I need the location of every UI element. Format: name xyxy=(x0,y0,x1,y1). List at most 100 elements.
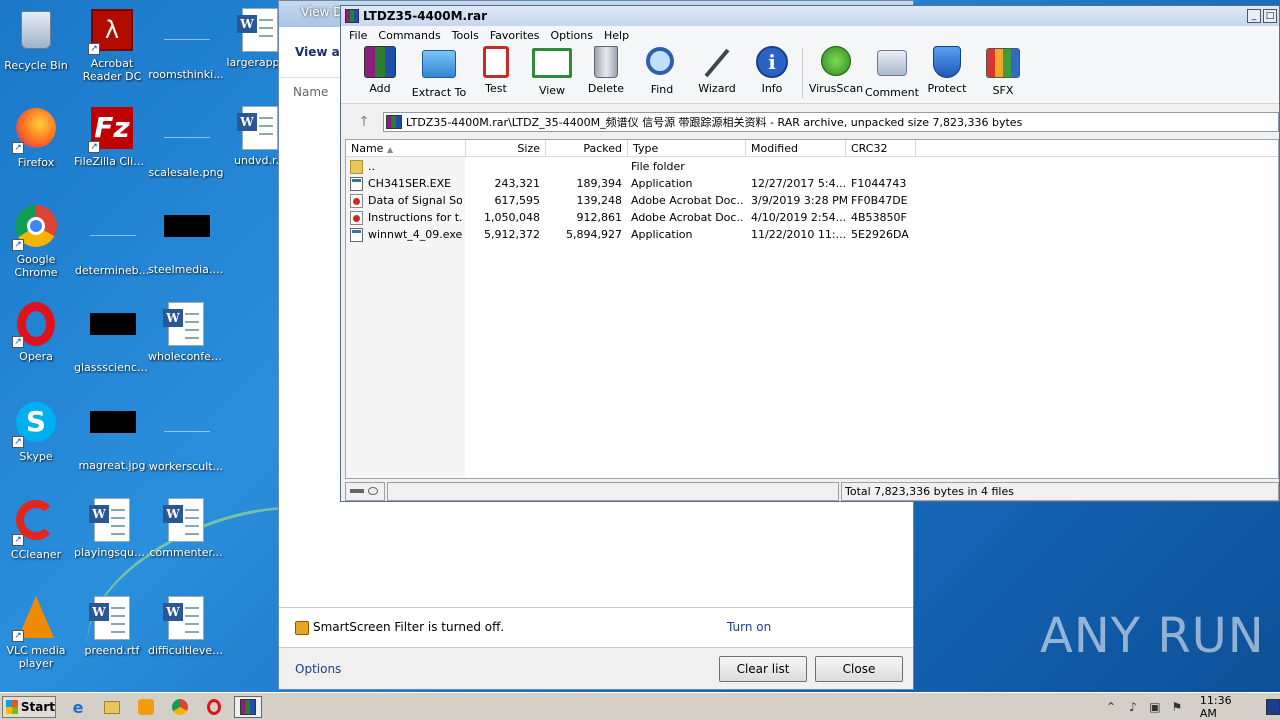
smartscreen-warning-icon xyxy=(295,621,309,635)
menu-tools[interactable]: Tools xyxy=(447,29,485,42)
desktop-icon-label: Firefox xyxy=(17,156,55,169)
toolbar-test-button[interactable]: Test xyxy=(466,46,526,95)
desktop-icon-skype[interactable]: S ↗ Skype xyxy=(0,400,74,463)
column-header-type[interactable]: Type xyxy=(628,140,746,156)
taskbar-chrome-button[interactable] xyxy=(166,696,194,718)
smartscreen-text: SmartScreen Filter is turned off. xyxy=(313,620,505,634)
file-row[interactable]: winnwt_4_09.exe 5,912,372 5,894,927 Applica… xyxy=(346,226,946,243)
toolbar-extract-to-button[interactable]: Extract To xyxy=(409,46,469,99)
taskbar-media-player-button[interactable] xyxy=(132,696,160,718)
cell-modified: 11/22/2010 11:... xyxy=(751,228,847,241)
volume-icon[interactable]: ♪ xyxy=(1126,700,1140,714)
action-center-flag-icon[interactable]: ⚑ xyxy=(1170,700,1184,714)
desktop-icon-playingsqua[interactable]: W playingsqua... xyxy=(74,498,150,559)
desktop-icon-label: CCleaner xyxy=(10,548,62,561)
toolbar-view-button[interactable]: View xyxy=(522,46,582,97)
desktop-icon-recycle-bin[interactable]: Recycle Bin xyxy=(0,8,74,72)
taskbar-opera-button[interactable] xyxy=(200,696,228,718)
desktop-icon-magreat[interactable]: magreat.jpg xyxy=(74,400,150,472)
clock[interactable]: 11:36 AM xyxy=(1200,694,1252,720)
file-row[interactable]: Instructions for t... 1,050,048 912,861 Ado… xyxy=(346,209,946,226)
sfx-icon xyxy=(986,48,1020,82)
toolbar-sfx-button[interactable]: SFX xyxy=(973,46,1033,97)
toolbar-virusscan-button[interactable]: VirusScan xyxy=(806,46,866,95)
file-row[interactable]: CH341SER.EXE 243,321 189,394 Application 12/… xyxy=(346,175,946,192)
chrome-icon xyxy=(172,699,188,715)
internet-explorer-icon: e xyxy=(72,697,84,717)
desktop-icon-preend[interactable]: W preend.rtf xyxy=(74,596,150,657)
column-header-packed[interactable]: Packed xyxy=(546,140,628,156)
media-player-icon xyxy=(138,699,154,715)
minimize-icon[interactable]: _ xyxy=(1247,9,1261,23)
toolbar-find-button[interactable]: Find xyxy=(632,46,692,96)
desktop-icon-determineb[interactable]: determineb... xyxy=(74,204,150,277)
winrar-title-bar[interactable]: LTDZ35-4400M.rar _ □ xyxy=(341,6,1279,26)
toolbar-separator xyxy=(802,48,803,98)
taskbar-ie-button[interactable]: e xyxy=(64,696,92,718)
shortcut-arrow-icon: ↗ xyxy=(88,141,100,153)
column-header-modified[interactable]: Modified xyxy=(746,140,846,156)
toolbar-protect-button[interactable]: Protect xyxy=(917,46,977,95)
file-row[interactable]: .. File folder xyxy=(346,158,946,175)
smartscreen-bar: SmartScreen Filter is turned off. Turn o… xyxy=(279,607,913,645)
filezilla-icon: Fz ↗ xyxy=(88,107,134,153)
wizard-icon xyxy=(700,46,734,80)
toolbar-label: Protect xyxy=(927,82,967,95)
start-button[interactable]: Start xyxy=(2,696,56,718)
maximize-icon[interactable]: □ xyxy=(1263,9,1277,23)
desktop-icon-roomsthinki[interactable]: roomsthinki... xyxy=(148,8,224,81)
desktop-icon-label: steelmedia.jpg xyxy=(148,263,224,276)
desktop-icon-ccleaner[interactable]: ↗ CCleaner xyxy=(0,498,74,561)
view-icon xyxy=(532,48,572,82)
menu-favorites[interactable]: Favorites xyxy=(485,29,546,42)
show-desktop-button[interactable] xyxy=(1266,699,1280,715)
toolbar-comment-button[interactable]: Comment xyxy=(862,46,922,99)
taskbar-winrar-button[interactable] xyxy=(234,696,262,718)
toolbar-label: SFX xyxy=(992,84,1014,97)
desktop-icon-chrome[interactable]: ↗ Google Chrome xyxy=(0,204,74,279)
find-icon xyxy=(645,47,679,81)
show-hidden-icons-icon[interactable]: ⌃ xyxy=(1104,700,1118,714)
column-header-size[interactable]: Size xyxy=(466,140,546,156)
desktop-icon-label: determineb... xyxy=(74,264,150,277)
file-row[interactable]: Data of Signal So... 617,595 139,248 Adobe … xyxy=(346,192,946,209)
desktop-icon-glassscience[interactable]: glassscience... xyxy=(74,302,150,374)
options-link[interactable]: Options xyxy=(295,662,341,676)
toolbar-info-button[interactable]: i Info xyxy=(742,46,802,95)
toolbar-delete-button[interactable]: Delete xyxy=(576,46,636,95)
word-document-icon: W xyxy=(89,596,134,640)
toolbar-wizard-button[interactable]: Wizard xyxy=(687,46,747,95)
archive-path-field[interactable]: LTDZ35-4400M.rar\LTDZ_35-4400M_频谱仪 信号源 带… xyxy=(383,112,1279,132)
desktop-icon-firefox[interactable]: ↗ Firefox xyxy=(0,106,74,169)
clear-list-button[interactable]: Clear list xyxy=(719,656,807,682)
desktop-icon-acrobat[interactable]: λ ↗ Acrobat Reader DC xyxy=(74,8,150,83)
close-button[interactable]: Close xyxy=(815,656,903,682)
acrobat-icon: λ ↗ xyxy=(88,9,134,55)
desktop-icon-vlc[interactable]: ↗ VLC media player xyxy=(0,596,74,670)
name-column-header[interactable]: Name xyxy=(293,85,328,99)
menu-file[interactable]: File xyxy=(344,29,373,42)
menu-commands[interactable]: Commands xyxy=(373,29,446,42)
desktop-icon-scalesale[interactable]: scalesale.png xyxy=(148,106,224,179)
toolbar-add-button[interactable]: Add xyxy=(350,46,410,95)
desktop-icon-wholeconfer[interactable]: W wholeconfer... xyxy=(148,302,224,363)
desktop-icon-steelmedia[interactable]: steelmedia.jpg xyxy=(148,204,224,276)
column-header-name[interactable]: Name ▲ xyxy=(346,140,466,156)
desktop-icon-workerscult[interactable]: workerscult... xyxy=(148,400,224,473)
desktop-icon-commenter[interactable]: W commenter... xyxy=(148,498,224,559)
up-folder-icon[interactable]: ↑ xyxy=(345,111,383,133)
watermark-text: ANY RUN xyxy=(1040,608,1265,664)
cell-size: 1,050,048 xyxy=(484,211,540,224)
desktop-icon-filezilla[interactable]: Fz ↗ FileZilla Client xyxy=(74,106,150,168)
column-header-crc32[interactable]: CRC32 xyxy=(846,140,916,156)
turn-on-link[interactable]: Turn on xyxy=(727,620,771,634)
menu-help[interactable]: Help xyxy=(599,29,635,42)
desktop-icon-opera[interactable]: ↗ Opera xyxy=(0,302,74,363)
network-icon[interactable]: ▣ xyxy=(1148,700,1162,714)
desktop-icon-difficultlevel[interactable]: W difficultlevel... xyxy=(148,596,224,657)
menu-options[interactable]: Options xyxy=(546,29,599,42)
cell-name: CH341SER.EXE xyxy=(368,177,452,190)
taskbar-explorer-button[interactable] xyxy=(98,696,126,718)
winrar-icon xyxy=(240,699,256,715)
shortcut-arrow-icon: ↗ xyxy=(12,534,24,546)
